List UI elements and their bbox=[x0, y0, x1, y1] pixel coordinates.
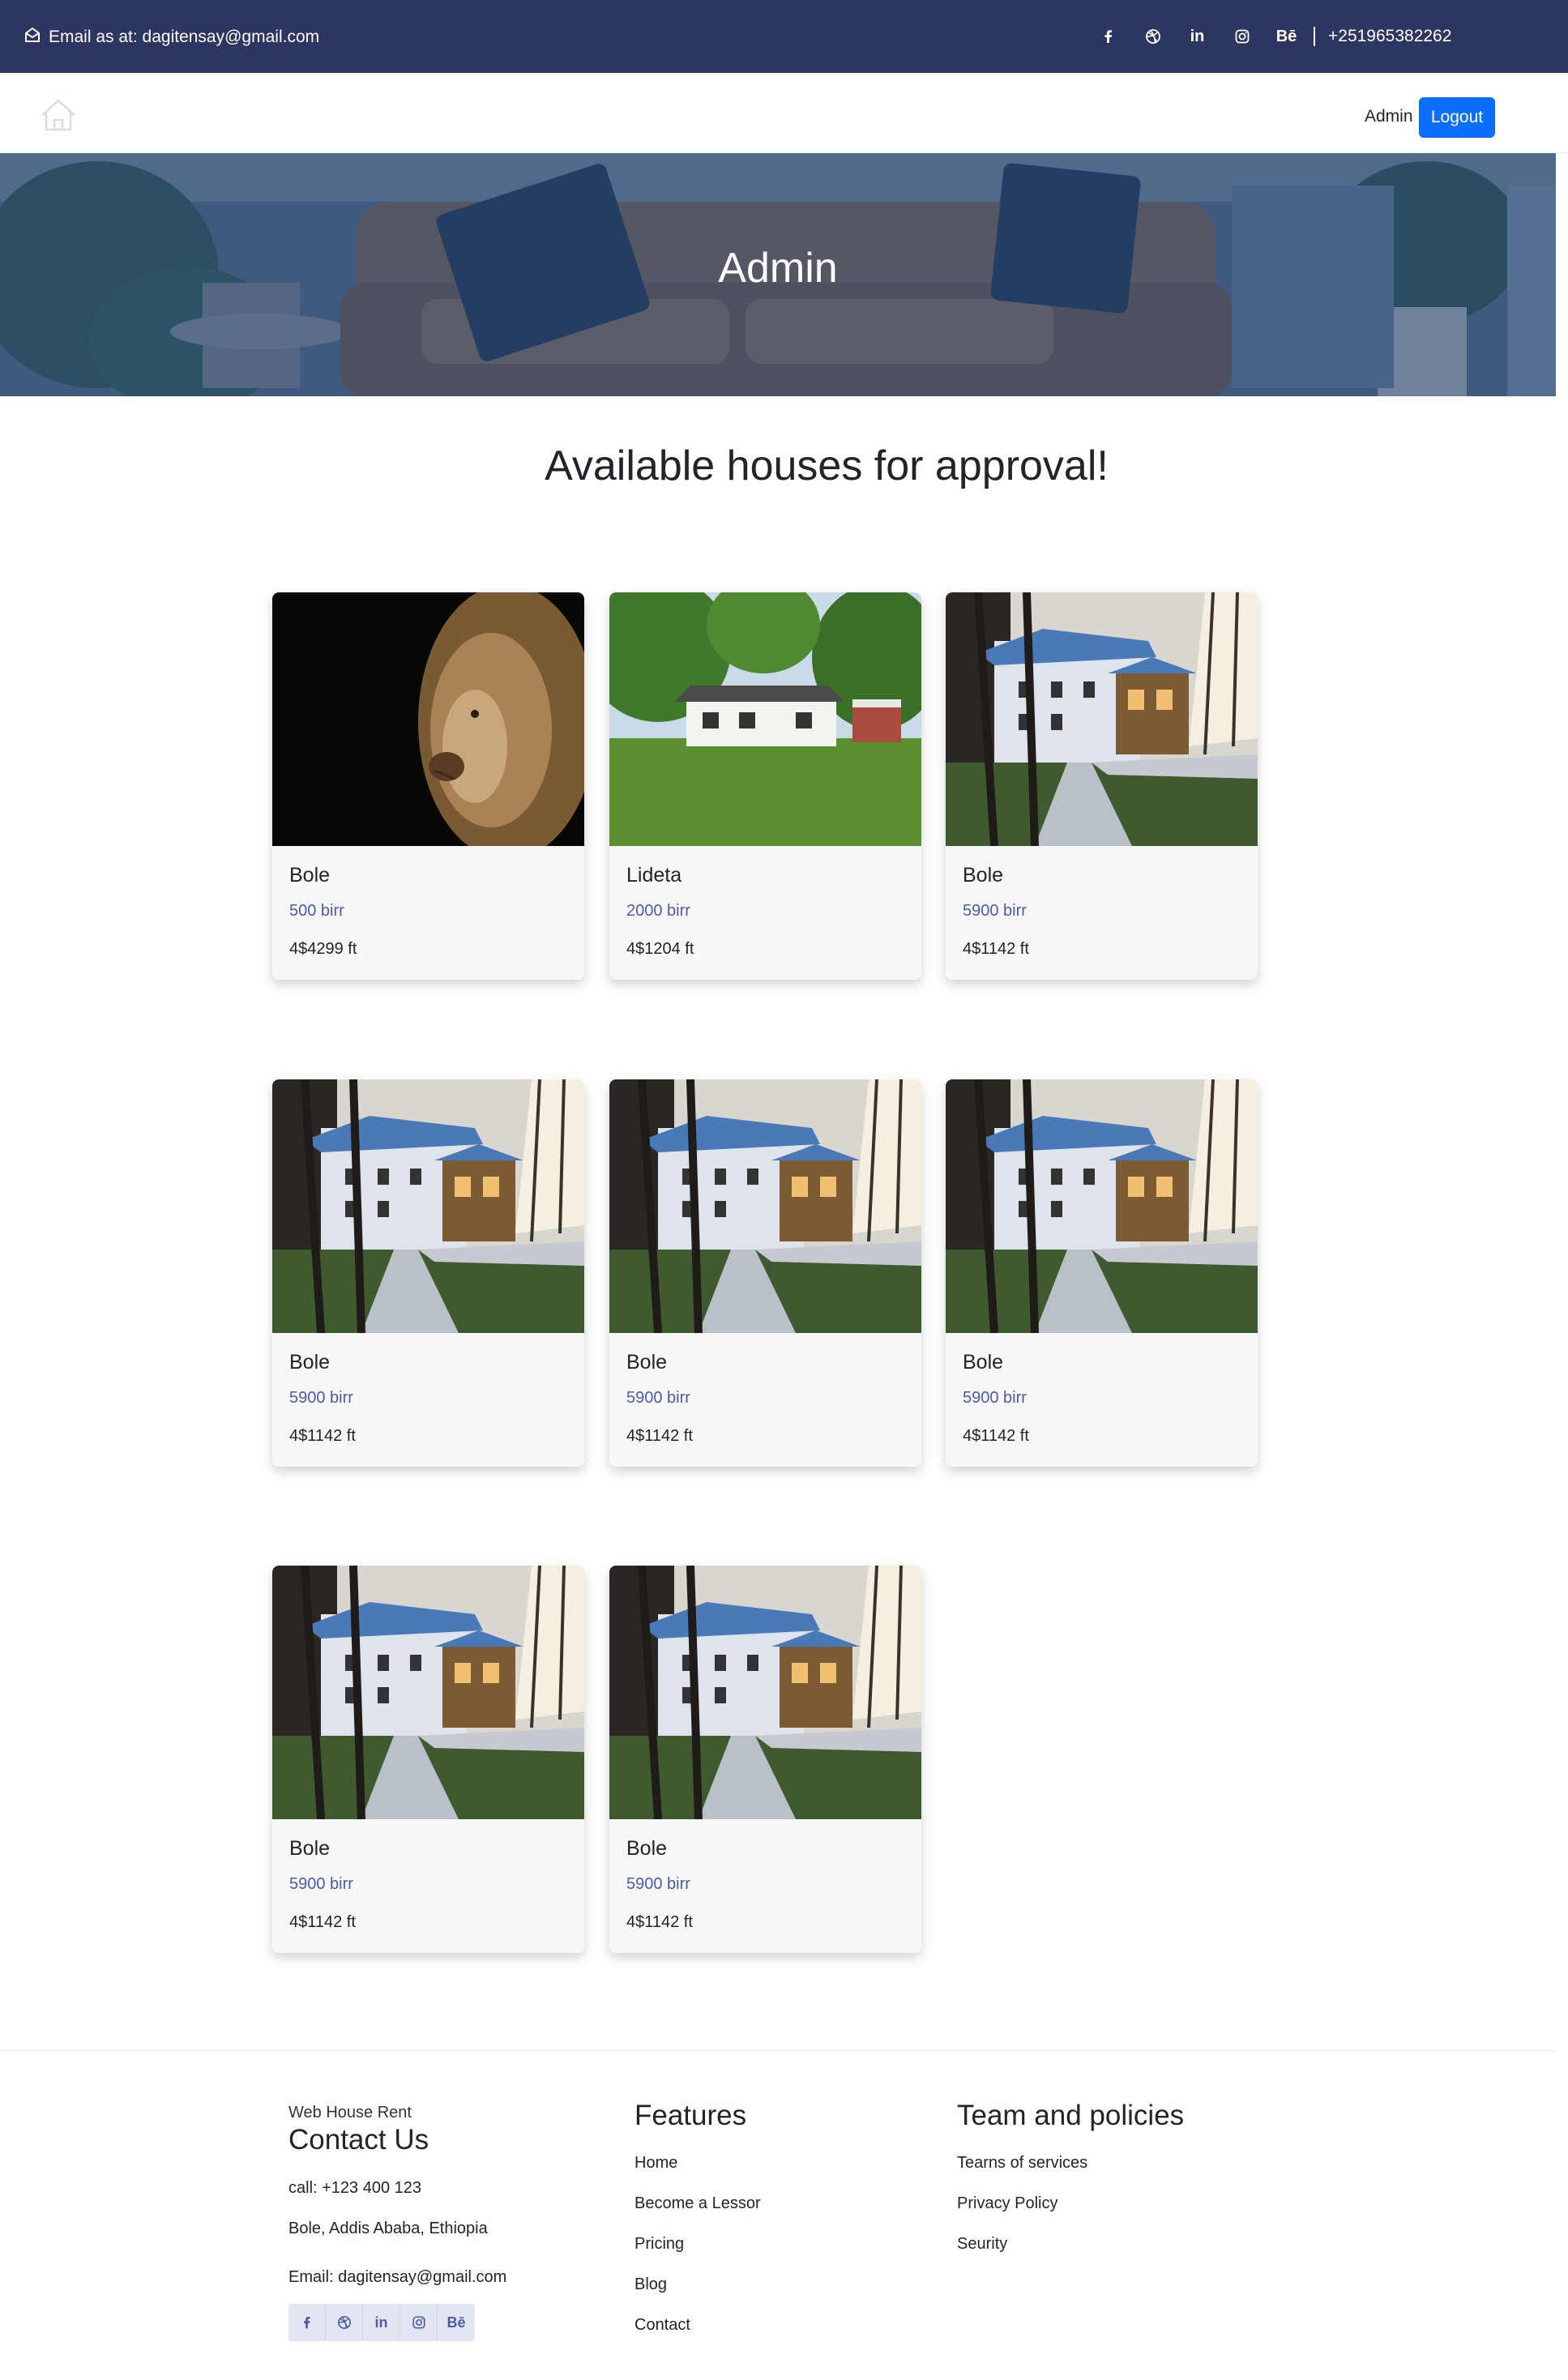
footer-social-links: in Bē bbox=[288, 2304, 475, 2341]
house-card[interactable]: Bole 5900 birr 4$1142 ft bbox=[946, 592, 1258, 980]
house-location: Lideta bbox=[626, 864, 682, 887]
facebook-icon[interactable] bbox=[1086, 28, 1130, 45]
envelope-open-icon bbox=[24, 27, 41, 48]
house-area: 4$1142 ft bbox=[626, 1427, 693, 1445]
footer: Web House Rent Contact Us call: +123 400… bbox=[0, 2050, 1556, 2380]
house-price: 5900 birr bbox=[289, 1875, 353, 1893]
section-title: Available houses for approval! bbox=[545, 442, 1109, 489]
house-location: Bole bbox=[289, 864, 331, 887]
house-image[interactable] bbox=[609, 1079, 921, 1333]
footer-link-security[interactable]: Seurity bbox=[957, 2235, 1007, 2254]
top-bar: Email as at: dagitensay@gmail.com in Bē … bbox=[0, 0, 1568, 73]
footer-contact-title: Contact Us bbox=[288, 2124, 429, 2156]
house-area: 4$1142 ft bbox=[626, 1913, 693, 1931]
footer-brand: Web House Rent bbox=[288, 2104, 412, 2121]
policies-title: Team and policies bbox=[957, 2100, 1185, 2131]
footer-address: Bole, Addis Ababa, Ethiopia bbox=[288, 2220, 488, 2237]
house-card[interactable]: Bole 5900 birr 4$1142 ft bbox=[272, 1566, 584, 1953]
footer-phone: call: +123 400 123 bbox=[288, 2179, 422, 2197]
house-location: Bole bbox=[963, 1351, 1004, 1374]
linkedin-icon[interactable]: in bbox=[363, 2304, 400, 2341]
contact-email[interactable]: Email as at: dagitensay@gmail.com bbox=[24, 27, 319, 48]
footer-link-contact[interactable]: Contact bbox=[634, 2316, 690, 2335]
house-card[interactable]: Bole 5900 birr 4$1142 ft bbox=[609, 1079, 921, 1467]
house-card[interactable]: Bole 5900 birr 4$1142 ft bbox=[272, 1079, 584, 1467]
house-area: 4$1204 ft bbox=[626, 940, 694, 958]
home-logo-icon[interactable] bbox=[39, 97, 78, 133]
house-area: 4$1142 ft bbox=[289, 1913, 356, 1931]
footer-link-pricing[interactable]: Pricing bbox=[634, 2235, 684, 2254]
house-location: Bole bbox=[289, 1351, 331, 1374]
house-location: Bole bbox=[963, 864, 1004, 887]
linkedin-icon[interactable]: in bbox=[1175, 28, 1220, 46]
house-card[interactable]: Bole 5900 birr 4$1142 ft bbox=[946, 1079, 1258, 1467]
house-image[interactable] bbox=[272, 1079, 584, 1333]
divider bbox=[1314, 27, 1315, 46]
footer-link-become-lessor[interactable]: Become a Lessor bbox=[634, 2194, 761, 2213]
logout-button[interactable]: Logout bbox=[1419, 97, 1495, 138]
facebook-icon[interactable] bbox=[288, 2304, 326, 2341]
house-price: 5900 birr bbox=[963, 1389, 1027, 1407]
house-image[interactable] bbox=[946, 1079, 1258, 1333]
dribbble-icon[interactable] bbox=[1130, 28, 1175, 45]
dribbble-icon[interactable] bbox=[326, 2304, 363, 2341]
footer-link-blog[interactable]: Blog bbox=[634, 2275, 667, 2294]
house-area: 4$4299 ft bbox=[289, 940, 357, 958]
social-links: in Bē +251965382262 bbox=[1086, 24, 1451, 49]
house-price: 5900 birr bbox=[963, 902, 1027, 920]
instagram-icon[interactable] bbox=[400, 2304, 438, 2341]
house-image[interactable] bbox=[272, 592, 584, 846]
footer-link-privacy[interactable]: Privacy Policy bbox=[957, 2194, 1057, 2213]
house-image[interactable] bbox=[272, 1566, 584, 1819]
navbar: Admin Logout bbox=[0, 73, 1568, 153]
house-area: 4$1142 ft bbox=[963, 1427, 1029, 1445]
hero-title: Admin bbox=[718, 245, 838, 292]
house-location: Bole bbox=[626, 1351, 668, 1374]
behance-icon[interactable]: Bē bbox=[438, 2304, 475, 2341]
footer-email: Email: dagitensay@gmail.com bbox=[288, 2268, 507, 2286]
house-price: 5900 birr bbox=[626, 1389, 690, 1407]
house-card[interactable]: Lideta 2000 birr 4$1204 ft bbox=[609, 592, 921, 980]
hero-banner: Admin bbox=[0, 153, 1556, 396]
house-image[interactable] bbox=[609, 592, 921, 846]
house-price: 5900 birr bbox=[626, 1875, 690, 1893]
house-price: 5900 birr bbox=[289, 1389, 353, 1407]
nav-admin-link[interactable]: Admin bbox=[1365, 107, 1413, 126]
house-card[interactable]: Bole 5900 birr 4$1142 ft bbox=[609, 1566, 921, 1953]
house-price: 500 birr bbox=[289, 902, 344, 920]
house-card[interactable]: Bole 500 birr 4$4299 ft bbox=[272, 592, 584, 980]
phone-number[interactable]: +251965382262 bbox=[1328, 27, 1451, 46]
house-location: Bole bbox=[289, 1837, 331, 1860]
house-image[interactable] bbox=[946, 592, 1258, 846]
footer-link-home[interactable]: Home bbox=[634, 2154, 677, 2173]
house-image[interactable] bbox=[609, 1566, 921, 1819]
behance-icon[interactable]: Bē bbox=[1264, 28, 1309, 46]
house-area: 4$1142 ft bbox=[963, 940, 1029, 958]
contact-email-text: Email as at: dagitensay@gmail.com bbox=[49, 28, 320, 46]
instagram-icon[interactable] bbox=[1220, 28, 1264, 45]
house-location: Bole bbox=[626, 1837, 668, 1860]
footer-link-terms[interactable]: Tearns of services bbox=[957, 2154, 1087, 2173]
features-title: Features bbox=[634, 2100, 747, 2131]
house-price: 2000 birr bbox=[626, 902, 690, 920]
house-area: 4$1142 ft bbox=[289, 1427, 356, 1445]
